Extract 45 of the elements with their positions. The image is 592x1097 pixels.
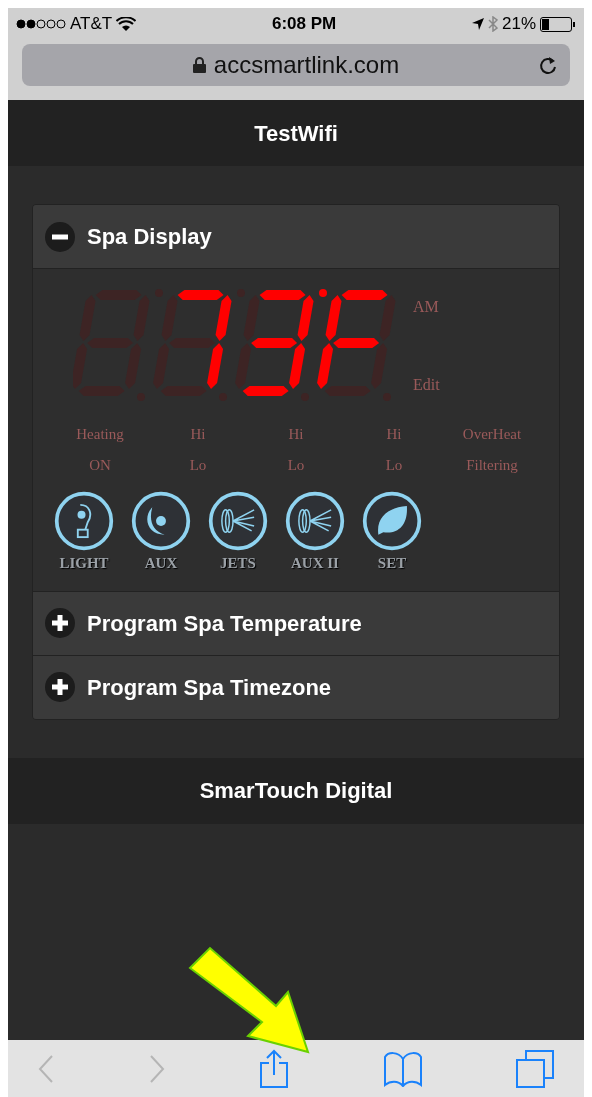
swirl-icon (130, 490, 192, 552)
indicator-label: Hi (385, 425, 403, 444)
header-title: TestWifi (254, 119, 338, 148)
address-bar[interactable]: accsmartlink.com (22, 44, 570, 86)
battery-icon (540, 16, 576, 32)
indicator-label: Lo (188, 455, 208, 475)
wifi-icon (116, 16, 137, 32)
jet-spray-icon (284, 490, 346, 552)
indicator-label: Hi (189, 425, 207, 444)
spa-control-button[interactable]: LIGHT (53, 490, 115, 575)
jet-spray-icon (207, 490, 269, 552)
leaf-icon (361, 490, 423, 552)
reload-icon[interactable] (538, 54, 558, 76)
battery-percentage: 21% (501, 13, 536, 36)
indicator-label: Hi (287, 425, 305, 444)
spa-control-button[interactable]: JETS (207, 490, 269, 575)
indicator-label: Edit (413, 375, 440, 395)
indicator-label: Lo (286, 455, 306, 475)
spa-control-button[interactable]: SET (361, 490, 423, 575)
open-book-icon[interactable] (383, 1050, 422, 1087)
footer-title: SmarTouch Digital (199, 777, 393, 805)
indicator-label: Lo (384, 455, 404, 475)
clock-time: 6:08 PM (271, 13, 337, 36)
lightbulb-icon (53, 490, 115, 552)
minus-icon (45, 221, 75, 252)
spa-control-button[interactable]: AUX II (284, 490, 346, 575)
section-header[interactable]: Program Spa Temperature (33, 591, 559, 655)
url-text: accsmartlink.com (213, 50, 400, 80)
indicator-label: Filtering (465, 455, 519, 475)
tabs-icon[interactable] (516, 1049, 554, 1088)
indicator-label: ON (88, 455, 112, 475)
bluetooth-icon (487, 16, 498, 32)
section-header[interactable]: Spa Display (33, 205, 559, 268)
indicator-label: OverHeat (461, 425, 523, 444)
indicator-label: Heating (75, 425, 125, 444)
share-icon[interactable] (259, 1048, 289, 1089)
indicator-label: AM (413, 297, 440, 317)
lock-icon (192, 57, 206, 73)
spa-control-button[interactable]: AUX (130, 490, 192, 575)
section-header[interactable]: Program Spa Timezone (33, 655, 559, 719)
location-arrow-icon (471, 18, 484, 30)
carrier-name: AT&T (70, 13, 113, 36)
plus-icon (45, 608, 75, 638)
plus-icon (45, 672, 75, 702)
signal-strength-icon (16, 19, 66, 29)
